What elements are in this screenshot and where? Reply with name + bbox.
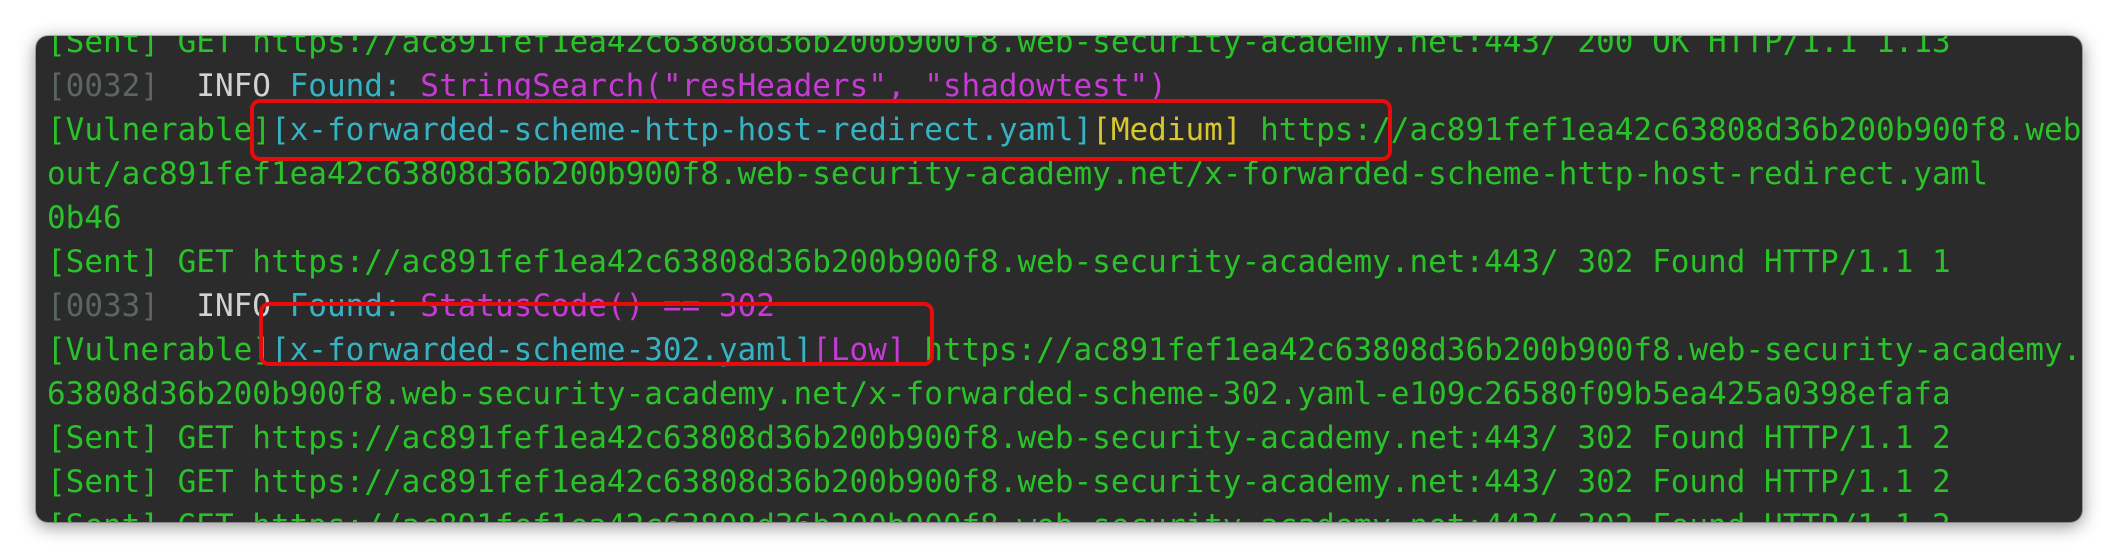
terminal-line-out-low: 63808d36b200b900f8.web-security-academy.…: [47, 372, 2082, 416]
line-segment: StringSearch("resHeaders", "shadowtest"): [420, 68, 1167, 104]
line-segment: [Vulnerable]: [47, 332, 271, 368]
line-segment: [Medium]: [1092, 112, 1242, 148]
terminal-line-sent-302-a: [Sent] GET https://ac891fef1ea42c63808d3…: [47, 240, 2082, 284]
line-segment: [Sent] GET https://ac891fef1ea42c63808d3…: [47, 420, 1951, 456]
line-segment: INFO: [177, 68, 290, 104]
line-segment: 0b46: [47, 200, 122, 236]
terminal-line-vuln-low: [Vulnerable][x-forwarded-scheme-302.yaml…: [47, 328, 2082, 372]
terminal-line-sent-302-c: [Sent] GET https://ac891fef1ea42c63808d3…: [47, 460, 2082, 504]
line-segment: Found:: [289, 288, 421, 324]
terminal-line-info-0033: [0033] INFO Found: StatusCode() == 302: [47, 284, 2082, 328]
line-segment: [x-forwarded-scheme-302.yaml]: [270, 332, 813, 368]
line-segment: out/ac891fef1ea42c63808d36b200b900f8.web…: [47, 156, 1989, 192]
line-segment: https://ac891fef1ea42c63808d36b200b900f8…: [1260, 112, 2082, 148]
line-segment: [0032]: [47, 68, 178, 104]
terminal-output: [Sent] GET https://ac891fef1ea42c63808d3…: [47, 36, 2082, 522]
line-segment: [Sent] GET https://ac891fef1ea42c63808d3…: [47, 508, 1951, 522]
line-segment: [Sent] GET https://ac891fef1ea42c63808d3…: [47, 244, 1951, 280]
terminal-line-info-0032: [0032] INFO Found: StringSearch("resHead…: [47, 64, 2082, 108]
line-segment: [0033]: [47, 288, 178, 324]
line-segment: INFO: [177, 288, 290, 324]
line-segment: https://ac891fef1ea42c63808d36b200b900f8…: [905, 332, 2082, 368]
terminal-window: [Sent] GET https://ac891fef1ea42c63808d3…: [36, 36, 2082, 522]
line-segment: StatusCode() == 302: [420, 288, 775, 324]
line-segment: [Low]: [812, 332, 906, 368]
terminal-line-sent-302-b: [Sent] GET https://ac891fef1ea42c63808d3…: [47, 416, 2082, 460]
line-segment: [Vulnerable]: [47, 112, 271, 148]
terminal-line-hash-tail: 0b46: [47, 196, 2082, 240]
line-segment: [Sent] GET https://ac891fef1ea42c63808d3…: [47, 464, 1951, 500]
line-segment: Found:: [289, 68, 421, 104]
line-segment: [x-forwarded-scheme-http-host-redirect.y…: [270, 112, 1093, 148]
terminal-line-vuln-medium: [Vulnerable][x-forwarded-scheme-http-hos…: [47, 108, 2082, 152]
terminal-line-sent-302-d: [Sent] GET https://ac891fef1ea42c63808d3…: [47, 504, 2082, 522]
line-segment: 63808d36b200b900f8.web-security-academy.…: [47, 376, 1951, 412]
line-segment: [Sent] GET https://ac891fef1ea42c63808d3…: [47, 36, 1951, 60]
terminal-line-out-medium: out/ac891fef1ea42c63808d36b200b900f8.web…: [47, 152, 2082, 196]
terminal-line-sent-top: [Sent] GET https://ac891fef1ea42c63808d3…: [47, 36, 2082, 64]
